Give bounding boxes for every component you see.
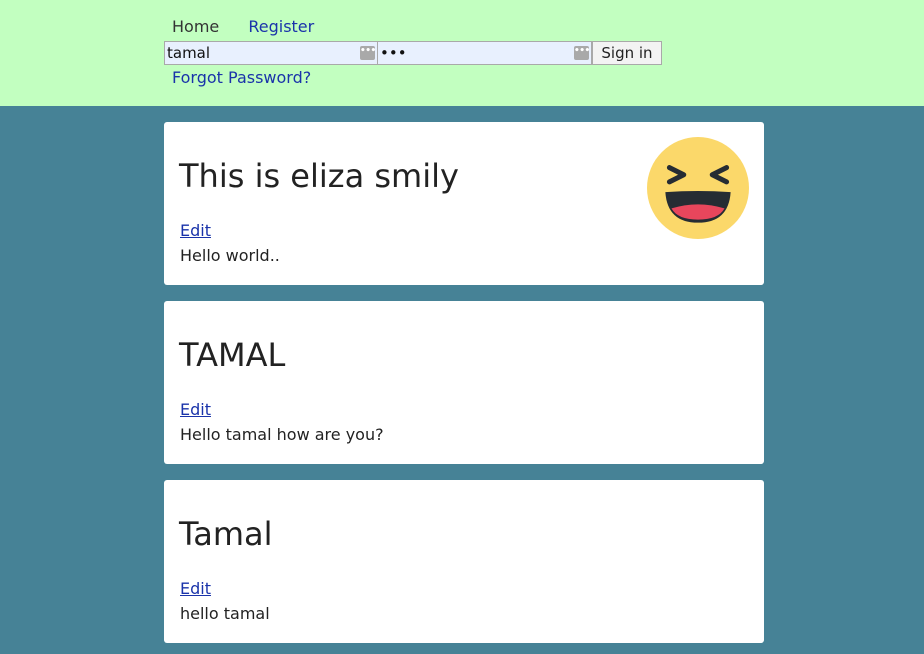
forgot-password-link[interactable]: Forgot Password? bbox=[172, 67, 311, 89]
post-title: Tamal bbox=[179, 515, 273, 553]
post-body: Hello world.. bbox=[180, 246, 280, 265]
nav-link-home[interactable]: Home bbox=[172, 17, 219, 36]
header-bar: Home Register ••• ••• Sign in Forgot Pas… bbox=[0, 0, 924, 106]
autofill-key-icon[interactable]: ••• bbox=[574, 46, 590, 60]
username-input[interactable] bbox=[165, 42, 349, 64]
edit-link[interactable]: Edit bbox=[180, 220, 211, 242]
edit-link[interactable]: Edit bbox=[180, 578, 211, 600]
post-card: Tamal Edit hello tamal bbox=[164, 480, 764, 643]
password-input[interactable] bbox=[378, 42, 562, 64]
post-title: This is eliza smily bbox=[179, 157, 459, 195]
nav-menu: Home Register bbox=[172, 16, 314, 38]
nav-link-register[interactable]: Register bbox=[248, 17, 314, 36]
edit-link[interactable]: Edit bbox=[180, 399, 211, 421]
laughing-emoji-icon bbox=[647, 137, 749, 239]
password-field-wrapper: ••• bbox=[378, 41, 592, 65]
post-body: hello tamal bbox=[180, 604, 270, 623]
post-card: This is eliza smily Edit Hello world.. bbox=[164, 122, 764, 285]
username-field-wrapper: ••• bbox=[164, 41, 378, 65]
autofill-key-icon[interactable]: ••• bbox=[360, 46, 376, 60]
login-form: ••• ••• Sign in bbox=[164, 41, 662, 65]
sign-in-button[interactable]: Sign in bbox=[592, 41, 662, 65]
post-title: TAMAL bbox=[179, 336, 286, 374]
post-body: Hello tamal how are you? bbox=[180, 425, 384, 444]
post-card: TAMAL Edit Hello tamal how are you? bbox=[164, 301, 764, 464]
